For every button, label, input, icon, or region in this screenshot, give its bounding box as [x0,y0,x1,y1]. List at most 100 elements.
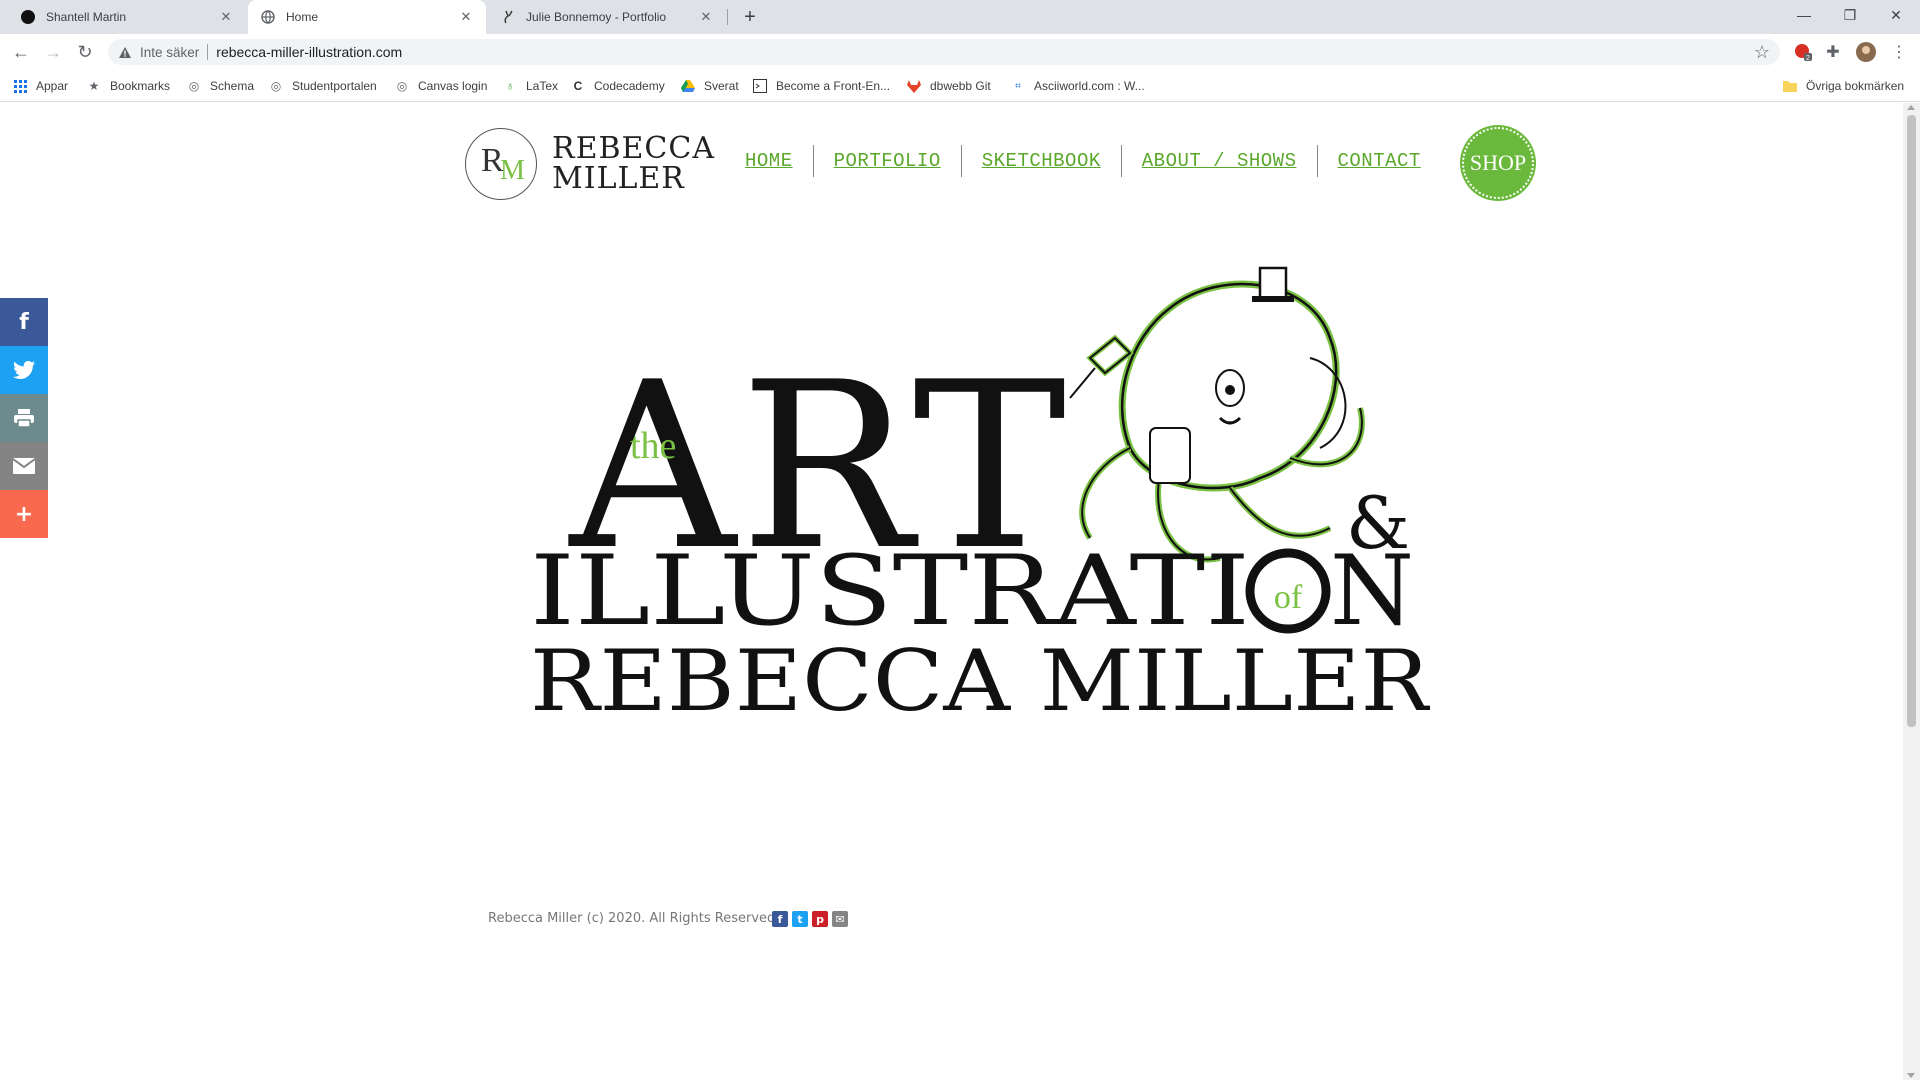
browser-toolbar: ← → ↻ Inte säker rebecca-miller-illustra… [0,34,1920,70]
codecademy-icon: C [573,79,583,93]
hero-title-graphic: ART the & ILLUSTRATI of N REBECCA MILLER [530,266,1433,730]
bookmark-dbwebb-git[interactable]: dbwebb Git [906,76,991,96]
share-email-button[interactable] [0,442,48,490]
share-more-button[interactable]: + [0,490,48,538]
twitter-icon [13,361,35,379]
bookmark-codecademy[interactable]: C Codecademy [570,76,665,96]
bookmark-label: Övriga bokmärken [1806,79,1905,93]
apps-grid-icon [12,78,28,94]
menu-kebab-icon[interactable]: ⋮ [1888,41,1910,63]
tab-title: Julie Bonnemoy - Portfolio [526,10,667,24]
tab-shantell-martin[interactable]: Shantell Martin ✕ [8,0,246,34]
gitlab-icon [906,78,922,94]
adblock-extension-icon[interactable]: 2 [1792,41,1814,63]
bookmarks-bar: Appar ★ Bookmarks ◎ Schema ◎ Studentportale… [0,70,1920,102]
bookmark-star-icon[interactable]: ☆ [1754,42,1770,63]
nav-sketchbook[interactable]: SKETCHBOOK [962,150,1121,172]
star-icon: ★ [88,79,100,93]
logo-monogram: R M [465,128,537,200]
nav-contact[interactable]: CONTACT [1318,150,1441,172]
bookmark-asciiworld[interactable]: ⌗ Asciiworld.com : W... [1010,76,1145,96]
footer-facebook-icon[interactable]: f [772,911,788,927]
tab-title: Home [286,10,319,24]
bookmark-canvas-login[interactable]: ◎ Canvas login [394,76,488,96]
bookmark-other-folder[interactable]: Övriga bokmärken [1782,76,1904,96]
bookmark-label: Sverat [704,79,739,93]
profile-avatar[interactable] [1855,41,1877,63]
tab-home[interactable]: Home ✕ [248,0,486,34]
back-arrow-icon[interactable]: ← [9,40,33,64]
bookmark-become-front-end[interactable]: Become a Front-En... [752,76,890,96]
logo-line-2: MILLER [552,161,685,196]
bookmark-label: Canvas login [418,79,488,93]
extension-badge-count: 2 [1806,55,1810,61]
hero-artwork: ART the & ILLUSTRATI of N REBECCA MILLER [530,248,1433,798]
close-icon[interactable]: ✕ [458,9,474,25]
nav-portfolio[interactable]: PORTFOLIO [814,150,961,172]
site-logo[interactable]: R M REBECCA MILLER [465,128,715,200]
overleaf-icon: ♁ [505,79,515,93]
facebook-icon: f [19,309,29,335]
bookmark-schema[interactable]: ◎ Schema [186,76,254,96]
bookmark-label: Codecademy [594,79,665,93]
hero-illustration-word: ILLUSTRATI [530,535,1250,647]
omnibox-divider [207,44,209,60]
globe-icon: ◎ [396,79,408,93]
nav-home[interactable]: HOME [725,150,813,172]
forward-arrow-icon[interactable]: → [41,40,65,64]
close-icon[interactable]: ✕ [218,9,234,25]
hero-the-word: the [630,425,676,467]
more-share-icon: + [14,501,34,527]
restore-icon[interactable]: ❐ [1828,0,1872,30]
tab-separator [727,9,728,25]
bookmark-label: Schema [210,79,255,93]
page-scrollbar[interactable] [1903,103,1920,1080]
puzzle-extensions-icon[interactable]: ✚ [1822,41,1844,63]
shop-badge-button[interactable]: SHOP [1462,127,1534,199]
bookmark-appar[interactable]: Appar [12,76,68,96]
footer-email-icon[interactable]: ✉ [832,911,848,927]
bookmark-studentportalen[interactable]: ◎ Studentportalen [268,76,377,96]
scroll-down-arrow-icon[interactable] [1907,1073,1915,1078]
share-facebook-button[interactable]: f [0,298,48,346]
octopus-illustration [1069,266,1365,563]
minimize-icon[interactable]: — [1782,0,1826,30]
logo-wordmark: REBECCA MILLER [552,134,715,194]
new-tab-plus-icon[interactable]: + [737,4,763,30]
bookmark-label: Become a Front-En... [776,79,891,93]
bookmark-sverat[interactable]: Sverat [680,76,739,96]
ascii-icon: ⌗ [1015,80,1021,92]
tab-title: Shantell Martin [46,10,127,24]
scroll-up-arrow-icon[interactable] [1907,105,1915,110]
url-text[interactable]: rebecca-miller-illustration.com [216,44,402,60]
window-close-icon[interactable]: ✕ [1874,0,1918,30]
scrollbar-thumb[interactable] [1907,115,1916,727]
bookmark-latex[interactable]: ♁ LaTex [502,76,559,96]
share-twitter-button[interactable] [0,346,48,394]
globe-icon: ◎ [188,79,200,93]
globe-icon: ◎ [270,79,282,93]
warning-triangle-icon[interactable] [118,45,132,59]
bookmark-bookmarks[interactable]: ★ Bookmarks [86,76,170,96]
address-bar[interactable]: Inte säker rebecca-miller-illustration.c… [108,39,1780,65]
footer-pinterest-icon[interactable]: p [812,911,828,927]
globe-icon [260,9,276,25]
tab-strip: Shantell Martin ✕ Home ✕ Julie Bonnemoy … [0,0,1920,34]
bookmark-label: Appar [36,79,69,93]
hero-of-word: of [1274,579,1303,616]
hero-n-letter: N [1330,535,1414,647]
nav-about-shows[interactable]: ABOUT / SHOWS [1122,150,1317,172]
bookmark-label: Studentportalen [292,79,377,93]
footer-twitter-icon[interactable]: t [792,911,808,927]
close-icon[interactable]: ✕ [698,9,714,25]
security-label[interactable]: Inte säker [140,45,199,60]
tab-julie-bonnemoy[interactable]: Julie Bonnemoy - Portfolio ✕ [488,0,726,34]
bookmark-label: LaTex [526,79,559,93]
reload-icon[interactable]: ↻ [73,40,97,64]
share-print-button[interactable] [0,394,48,442]
footer-copyright: Rebecca Miller (c) 2020. All Rights Rese… [488,911,780,926]
rabbit-favicon-icon [500,9,516,25]
terminal-icon [752,78,768,94]
web-page: R M REBECCA MILLER HOME PORTFOLIO SKETCH… [0,103,1920,1080]
drive-icon [680,78,696,94]
